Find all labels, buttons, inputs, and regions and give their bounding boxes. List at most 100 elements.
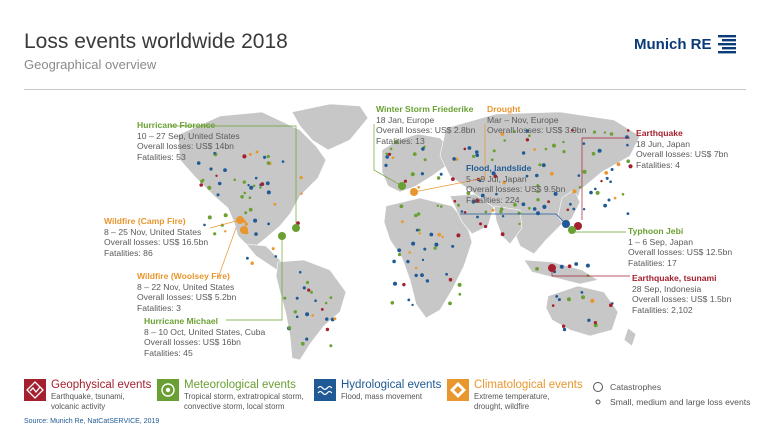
loss-event-dot bbox=[448, 277, 453, 282]
loss-event-dot bbox=[458, 292, 462, 296]
loss-event-dot bbox=[613, 196, 617, 200]
loss-event-dot bbox=[552, 143, 556, 148]
loss-event-dot bbox=[249, 185, 254, 190]
loss-event-dot bbox=[484, 224, 488, 229]
loss-event-dot bbox=[266, 161, 271, 165]
loss-event-dot bbox=[566, 208, 570, 212]
loss-event-dot bbox=[397, 253, 402, 257]
loss-event-dot bbox=[333, 317, 337, 321]
loss-event-dot bbox=[305, 312, 310, 317]
loss-event-dot bbox=[626, 159, 630, 163]
loss-event-dot bbox=[562, 150, 566, 154]
callout-line: 10 – 27 Sep, United States bbox=[137, 130, 240, 141]
loss-event-dot bbox=[557, 298, 561, 302]
loss-event-dot bbox=[320, 308, 324, 311]
loss-event-dot bbox=[324, 301, 328, 305]
loss-event-dot bbox=[242, 154, 247, 159]
loss-event-dot bbox=[479, 222, 482, 226]
loss-event-dot bbox=[399, 204, 404, 209]
loss-event-dot bbox=[499, 210, 503, 214]
loss-event-dot bbox=[555, 295, 559, 298]
callout-line: Overall losses: US$ 9.5bn bbox=[466, 184, 566, 195]
loss-event-dot bbox=[476, 215, 479, 219]
loss-event-dot bbox=[572, 207, 576, 211]
legend-desc: drought, wildfire bbox=[474, 401, 530, 411]
cat-friederike bbox=[398, 182, 406, 190]
loss-event-dot bbox=[244, 222, 248, 226]
callout-line: Overall losses: US$ 5.2bn bbox=[137, 292, 237, 303]
loss-event-dot bbox=[626, 212, 630, 216]
loss-event-dot bbox=[314, 299, 317, 303]
loss-event-dot bbox=[451, 177, 455, 182]
callout-michael: Hurricane Michael 8 – 10 Oct, United Sta… bbox=[144, 316, 265, 358]
cat-typhoon bbox=[568, 226, 576, 234]
loss-event-dot bbox=[582, 142, 586, 145]
loss-event-dot bbox=[253, 218, 258, 223]
loss-event-dot bbox=[271, 247, 275, 251]
loss-event-dot bbox=[536, 211, 540, 216]
loss-event-dot bbox=[475, 153, 480, 157]
loss-event-dot bbox=[243, 191, 247, 195]
loss-event-dot bbox=[311, 314, 314, 317]
loss-event-dot bbox=[457, 203, 460, 207]
loss-event-dot bbox=[604, 171, 609, 175]
loss-event-dot bbox=[569, 202, 572, 206]
callout-line: Fatalities: 2,102 bbox=[632, 304, 693, 315]
loss-event-dot bbox=[625, 135, 629, 140]
callout-title: Wildfire (Woolsey Fire) bbox=[137, 271, 230, 281]
loss-event-dot bbox=[500, 232, 505, 237]
callout-earthquake-japan: Earthquake 18 Jun, Japan Overall losses:… bbox=[636, 128, 728, 170]
callout-line: Fatalities: 3 bbox=[137, 302, 181, 313]
callout-drought: Drought Mar – Nov, Europe Overall losses… bbox=[487, 104, 586, 136]
loss-event-dot bbox=[582, 208, 586, 211]
loss-event-dot bbox=[223, 168, 227, 173]
loss-event-dot bbox=[521, 151, 526, 155]
loss-event-dot bbox=[402, 282, 406, 287]
loss-event-dot bbox=[603, 131, 607, 134]
wave-icon bbox=[314, 379, 336, 401]
new-zealand-shape bbox=[623, 327, 637, 347]
loss-event-dot bbox=[423, 158, 427, 162]
loss-event-dot bbox=[533, 148, 536, 151]
legend-desc: convective storm, local storm bbox=[184, 401, 285, 411]
callout-eq-tsunami: Earthquake, tsunami 28 Sep, Indonesia Ov… bbox=[632, 273, 731, 315]
legend-climatological: Climatological events Extreme temperatur… bbox=[447, 379, 583, 411]
south-america-shape bbox=[275, 259, 347, 361]
legend-geophysical: Geophysical events Earthquake, tsunami, … bbox=[24, 379, 151, 411]
loss-event-dot bbox=[621, 193, 625, 196]
loss-event-dot bbox=[233, 178, 236, 182]
loss-event-dot bbox=[267, 222, 270, 226]
loss-event-dot bbox=[217, 181, 222, 186]
loss-event-dot bbox=[597, 148, 602, 153]
callout-title: Hurricane Florence bbox=[137, 120, 216, 130]
callout-line: Overall losses: US$ 16bn bbox=[144, 337, 241, 348]
callout-title: Flood, landslide bbox=[466, 163, 532, 173]
loss-event-dot bbox=[300, 341, 305, 346]
loss-event-dot bbox=[600, 179, 603, 183]
loss-event-dot bbox=[420, 172, 424, 176]
callout-line: Fatalities: 86 bbox=[104, 247, 153, 258]
loss-event-dot bbox=[305, 280, 310, 285]
loss-event-dot bbox=[274, 255, 278, 258]
loss-event-dot bbox=[329, 344, 333, 348]
source-note: Source: Munich Re, NatCatSERVICE, 2019 bbox=[24, 418, 160, 425]
loss-event-dot bbox=[542, 204, 547, 209]
loss-event-dot bbox=[429, 232, 434, 237]
loss-event-dot bbox=[609, 303, 613, 308]
loss-event-dot bbox=[578, 186, 582, 189]
loss-event-dot bbox=[250, 261, 254, 265]
callout-line: 28 Sep, Indonesia bbox=[632, 283, 702, 294]
callout-camp-fire: Wildfire (Camp Fire) 8 – 25 Nov, United … bbox=[104, 216, 208, 258]
legend-desc: Extreme temperature, bbox=[474, 392, 550, 401]
zigzag-icon bbox=[24, 379, 46, 401]
loss-event-dot bbox=[467, 146, 472, 150]
loss-event-dot bbox=[559, 264, 564, 269]
loss-event-dot bbox=[626, 143, 629, 147]
loss-event-dot bbox=[433, 246, 437, 250]
callout-line: 1 – 6 Sep, Japan bbox=[628, 236, 693, 247]
callout-woolsey: Wildfire (Woolsey Fire) 8 – 22 Nov, Unit… bbox=[137, 271, 236, 313]
loss-event-dot bbox=[440, 205, 443, 208]
loss-event-dot bbox=[391, 156, 395, 160]
loss-event-dot bbox=[242, 180, 246, 184]
loss-event-dot bbox=[577, 174, 581, 177]
